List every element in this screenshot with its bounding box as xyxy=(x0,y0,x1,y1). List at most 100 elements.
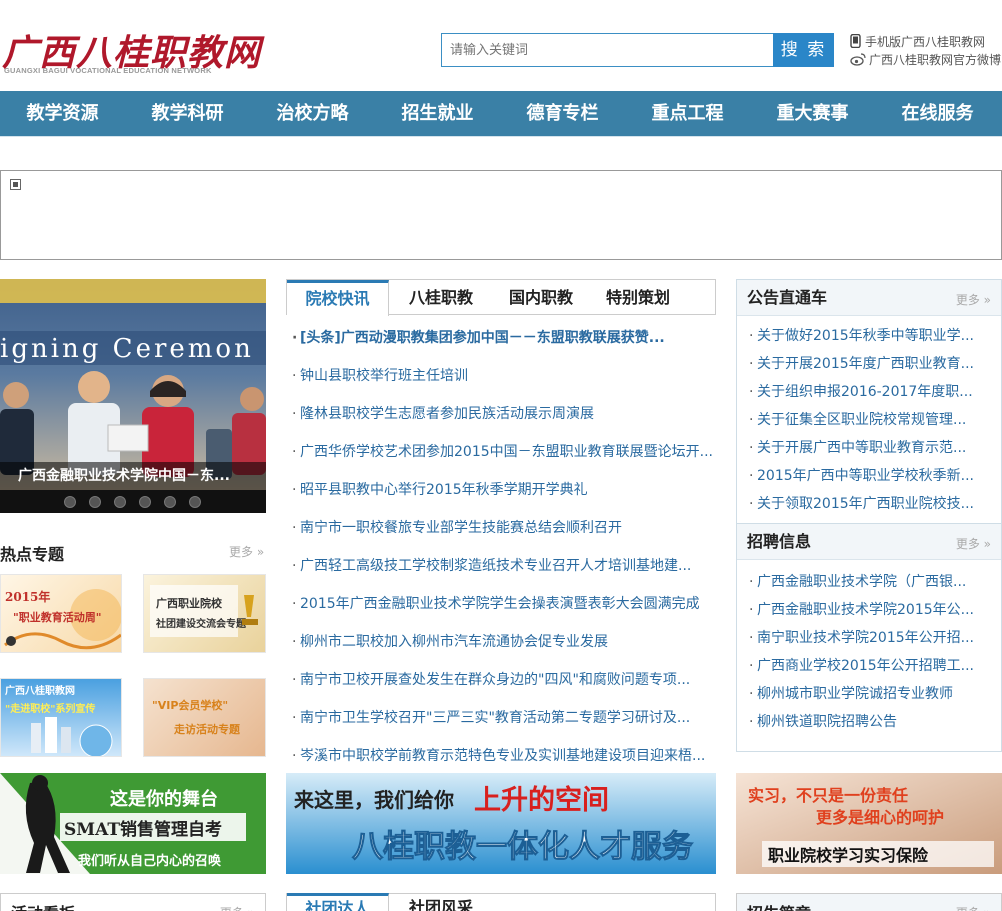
site-logo[interactable]: 广西八桂职教网 GUANGXI BAGUI VOCATIONAL EDUCATI… xyxy=(0,22,280,78)
news-item[interactable]: 岑溪市中职校学前教育示范特色专业及实训基地建设项目迎来梧... xyxy=(290,737,715,775)
news-item[interactable]: 钟山县职校举行班主任培训 xyxy=(290,357,715,395)
promo-art: 2015年 "职业教育活动周" xyxy=(4,589,121,650)
hot-topics-more-link[interactable]: 更多 xyxy=(229,543,264,560)
jobs-header: 招聘信息 更多 xyxy=(737,524,1001,560)
promo-school-visit-series[interactable]: 广西八桂职教网 "走进职校"系列宣传 xyxy=(0,678,122,757)
svg-text:这是你的舞台: 这是你的舞台 xyxy=(110,788,218,810)
activity-board-header: 活动看板 更多 xyxy=(0,893,266,911)
svg-text:SMAT销售管理自考: SMAT销售管理自考 xyxy=(64,819,222,840)
slide-dot[interactable] xyxy=(164,496,176,508)
slide-dot[interactable] xyxy=(89,496,101,508)
tab-school-news[interactable]: 院校快讯 xyxy=(287,280,389,316)
svg-text:"走进职校"系列宣传: "走进职校"系列宣传 xyxy=(5,702,95,715)
notice-item[interactable]: 关于做好2015年秋季中等职业学... xyxy=(749,322,989,350)
slide-banner-text: igning Ceremon xyxy=(0,334,254,364)
slide-dot[interactable] xyxy=(114,496,126,508)
nav-divider xyxy=(0,136,1002,137)
notice-item[interactable]: 关于开展2015年度广西职业教育... xyxy=(749,350,989,378)
notice-title: 公告直通车 xyxy=(747,288,828,307)
club-tabs: 社团达人 社团风采 xyxy=(286,893,716,911)
svg-text:走访活动专题: 走访活动专题 xyxy=(173,722,241,736)
notice-more-link[interactable]: 更多 xyxy=(956,291,991,308)
notice-item[interactable]: 2015年广西中等职业学校秋季新... xyxy=(749,462,989,490)
job-item[interactable]: 广西商业学校2015年公开招聘工... xyxy=(749,652,989,680)
news-list: [头条]广西动漫职教集团参加中国－－东盟职教联展获赞... 钟山县职校举行班主任… xyxy=(290,319,715,775)
activity-board-more-link[interactable]: 更多 xyxy=(220,904,255,911)
nav-item-teaching-research[interactable]: 教学科研 xyxy=(125,91,250,136)
tab-club-stars[interactable]: 社团达人 xyxy=(287,893,389,911)
news-item[interactable]: 南宁市卫校开展查处发生在群众身边的"四风"和腐败问题专项... xyxy=(290,661,715,699)
promo-vip-member-visits[interactable]: "VIP会员学校" 走访活动专题 xyxy=(143,678,266,757)
broken-image-icon xyxy=(10,179,21,190)
main-nav: 教学资源 教学科研 治校方略 招生就业 德育专栏 重点工程 重大赛事 在线服务 xyxy=(0,91,1002,136)
notice-item[interactable]: 关于领取2015年广西职业院校技... xyxy=(749,490,989,518)
tab-special-planning[interactable]: 特别策划 xyxy=(591,280,685,315)
slide-pager xyxy=(0,490,266,513)
search-button[interactable]: 搜 索 xyxy=(773,33,834,67)
ad-art: 来这里，我们给你 上升的空间 八桂职教一体化人才服务 xyxy=(286,773,716,874)
news-item[interactable]: 广西轻工高级技工学校制浆造纸技术专业召开人才培训基地建... xyxy=(290,547,715,585)
slide-dot[interactable] xyxy=(64,496,76,508)
svg-text:广西职业院校: 广西职业院校 xyxy=(156,596,223,610)
tab-club-showcase[interactable]: 社团风采 xyxy=(391,894,491,911)
svg-text:广西八桂职教网: 广西八桂职教网 xyxy=(5,684,75,697)
notice-header: 公告直通车 更多 xyxy=(737,280,1001,316)
nav-item-key-projects[interactable]: 重点工程 xyxy=(625,91,750,136)
nav-item-online-service[interactable]: 在线服务 xyxy=(875,91,1000,136)
news-item[interactable]: 昭平县职教中心举行2015年秋季学期开学典礼 xyxy=(290,471,715,509)
news-slideshow[interactable]: igning Ceremon 广西金融职业技术学院中国－东... xyxy=(0,279,266,513)
svg-text:八桂职教一体化人才服务: 八桂职教一体化人才服务 xyxy=(352,829,693,865)
nav-item-moral-education[interactable]: 德育专栏 xyxy=(500,91,625,136)
news-item[interactable]: 隆林县职校学生志愿者参加民族活动展示周演展 xyxy=(290,395,715,433)
weibo-link[interactable]: 广西八桂职教网官方微博 xyxy=(850,51,1001,68)
notice-list: 关于做好2015年秋季中等职业学... 关于开展2015年度广西职业教育... … xyxy=(737,316,1001,518)
svg-text:更多是细心的呵护: 更多是细心的呵护 xyxy=(816,808,944,827)
nav-item-school-strategy[interactable]: 治校方略 xyxy=(250,91,375,136)
job-item[interactable]: 南宁职业技术学院2015年公开招... xyxy=(749,624,989,652)
nav-item-major-competitions[interactable]: 重大赛事 xyxy=(750,91,875,136)
slide-dot[interactable] xyxy=(189,496,201,508)
ad-talent-service[interactable]: 来这里，我们给你 上升的空间 八桂职教一体化人才服务 xyxy=(286,773,716,874)
activity-board-title: 活动看板 xyxy=(11,900,75,911)
jobs-panel: 招聘信息 更多 广西金融职业技术学院（广西银... 广西金融职业技术学院2015… xyxy=(736,523,1002,752)
job-item[interactable]: 广西金融职业技术学院2015年公... xyxy=(749,596,989,624)
svg-text:社团建设交流会专题: 社团建设交流会专题 xyxy=(155,617,247,630)
ad-smat-exam[interactable]: 这是你的舞台 SMAT销售管理自考 我们听从自己内心的召唤 xyxy=(0,773,266,874)
promo-club-conference[interactable]: 广西职业院校 社团建设交流会专题 xyxy=(143,574,266,653)
tab-bagui-vocational[interactable]: 八桂职教 xyxy=(391,280,491,315)
svg-text:"职业教育活动周": "职业教育活动周" xyxy=(13,610,101,624)
svg-text:2015年: 2015年 xyxy=(5,589,50,604)
phone-icon xyxy=(850,33,862,49)
hot-topics-title: 热点专题 xyxy=(0,545,65,564)
job-item[interactable]: 柳州铁道职院招聘公告 xyxy=(749,708,989,736)
news-item-headline[interactable]: [头条]广西动漫职教集团参加中国－－东盟职教联展获赞... xyxy=(290,319,715,357)
promo-art: "VIP会员学校" 走访活动专题 xyxy=(152,698,241,736)
news-item[interactable]: 柳州市二职校加入柳州市汽车流通协会促专业发展 xyxy=(290,623,715,661)
promo-vocational-week[interactable]: 2015年 "职业教育活动周" xyxy=(0,574,122,653)
slide-dot[interactable] xyxy=(139,496,151,508)
notice-item[interactable]: 关于组织申报2016-2017年度职... xyxy=(749,378,989,406)
svg-text:实习，不只是一份责任: 实习，不只是一份责任 xyxy=(748,786,908,805)
job-item[interactable]: 柳州城市职业学院诚招专业教师 xyxy=(749,680,989,708)
notice-item[interactable]: 关于开展广西中等职业教育示范... xyxy=(749,434,989,462)
jobs-list: 广西金融职业技术学院（广西银... 广西金融职业技术学院2015年公... 南宁… xyxy=(737,560,1001,736)
news-item[interactable]: 南宁市卫生学校召开"三严三实"教育活动第二专题学习研讨及... xyxy=(290,699,715,737)
news-item[interactable]: 南宁市一职校餐旅专业部学生技能赛总结会顺利召开 xyxy=(290,509,715,547)
job-item[interactable]: 广西金融职业技术学院（广西银... xyxy=(749,568,989,596)
banner-placeholder[interactable] xyxy=(0,170,1002,260)
svg-text:我们听从自己内心的召唤: 我们听从自己内心的召唤 xyxy=(78,853,222,869)
news-tabs: 院校快讯 八桂职教 国内职教 特别策划 xyxy=(286,279,716,316)
jobs-more-link[interactable]: 更多 xyxy=(956,535,991,552)
tab-domestic-vocational[interactable]: 国内职教 xyxy=(491,280,591,315)
mobile-version-link[interactable]: 手机版广西八桂职教网 xyxy=(850,33,985,50)
svg-text:来这里，我们给你: 来这里，我们给你 xyxy=(293,788,454,812)
news-item[interactable]: 广西华侨学校艺术团参加2015中国－东盟职业教育联展暨论坛开... xyxy=(290,433,715,471)
nav-item-teaching-resources[interactable]: 教学资源 xyxy=(0,91,125,136)
news-item[interactable]: 2015年广西金融职业技术学院学生会操表演暨表彰大会圆满完成 xyxy=(290,585,715,623)
nav-item-admissions[interactable]: 招生就业 xyxy=(375,91,500,136)
search-input[interactable] xyxy=(441,33,774,67)
admission-guide-more-link[interactable]: 更多 xyxy=(956,904,991,911)
slide-caption[interactable]: 广西金融职业技术学院中国－东... xyxy=(0,462,266,490)
notice-item[interactable]: 关于征集全区职业院校常规管理... xyxy=(749,406,989,434)
ad-internship-insurance[interactable]: 实习，不只是一份责任 更多是细心的呵护 职业院校学习实习保险 xyxy=(736,773,1002,874)
